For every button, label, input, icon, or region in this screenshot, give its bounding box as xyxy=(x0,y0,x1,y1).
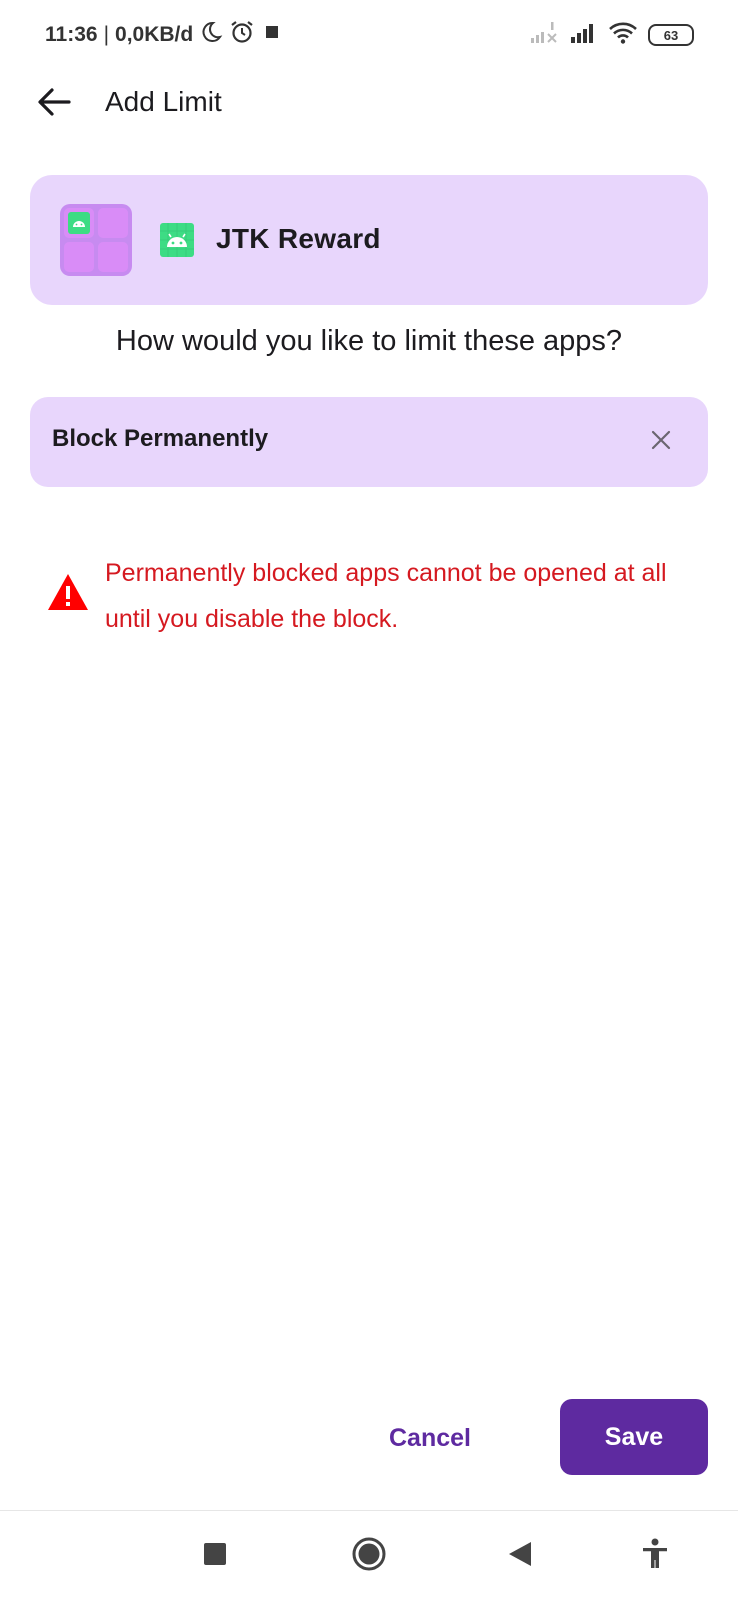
close-icon xyxy=(650,429,672,456)
save-button[interactable]: Save xyxy=(560,1399,708,1475)
status-separator: | xyxy=(103,23,110,46)
app-name: JTK Reward xyxy=(216,223,381,254)
recents-button[interactable] xyxy=(190,1531,240,1581)
selected-apps-card[interactable]: JTK Reward xyxy=(30,175,708,305)
clear-selection-button[interactable] xyxy=(640,421,682,463)
grid-cell-android xyxy=(64,208,94,238)
home-button[interactable] xyxy=(344,1531,394,1581)
moon-icon xyxy=(199,20,223,50)
warning-triangle-icon xyxy=(46,572,90,612)
app-group-icon xyxy=(60,204,132,276)
android-icon xyxy=(160,223,194,257)
home-icon xyxy=(351,1536,387,1577)
alarm-icon xyxy=(229,19,255,51)
app-bar: Add Limit xyxy=(0,70,738,142)
battery-level: 63 xyxy=(663,27,679,43)
system-nav-bar xyxy=(0,1511,738,1600)
back-icon xyxy=(507,1540,533,1573)
status-bar: 11:36 | 0,0KB/d 63 xyxy=(0,0,738,70)
battery-icon: 63 xyxy=(648,24,694,46)
screen: 11:36 | 0,0KB/d 63 Add Limit JTK Reward … xyxy=(0,0,738,1600)
page-title: Add Limit xyxy=(105,86,222,117)
back-button[interactable] xyxy=(30,80,78,128)
signal-no-service-icon xyxy=(530,21,560,49)
data-speed: 0,0KB/d xyxy=(115,23,194,46)
status-left: 11:36 | 0,0KB/d xyxy=(45,20,283,50)
status-time: 11:36 xyxy=(45,23,98,46)
nav-back-button[interactable] xyxy=(495,1531,545,1581)
wifi-icon xyxy=(608,21,638,50)
recents-icon xyxy=(203,1542,227,1571)
grid-cell xyxy=(64,242,94,272)
grid-cell xyxy=(98,242,128,272)
limit-type-select[interactable]: Block Permanently xyxy=(30,397,708,487)
limit-question: How would you like to limit these apps? xyxy=(115,325,623,357)
warning-message: Permanently blocked apps cannot be opene… xyxy=(105,559,667,633)
accessibility-icon xyxy=(641,1538,669,1575)
status-right: 63 xyxy=(530,20,694,50)
android-icon xyxy=(68,212,90,234)
square-icon xyxy=(261,21,283,49)
limit-type-value: Block Permanently xyxy=(52,425,269,452)
arrow-left-icon xyxy=(37,87,71,122)
accessibility-button[interactable] xyxy=(630,1531,680,1581)
signal-icon xyxy=(570,22,598,49)
cancel-button[interactable]: Cancel xyxy=(370,1400,490,1476)
grid-cell xyxy=(98,208,128,238)
